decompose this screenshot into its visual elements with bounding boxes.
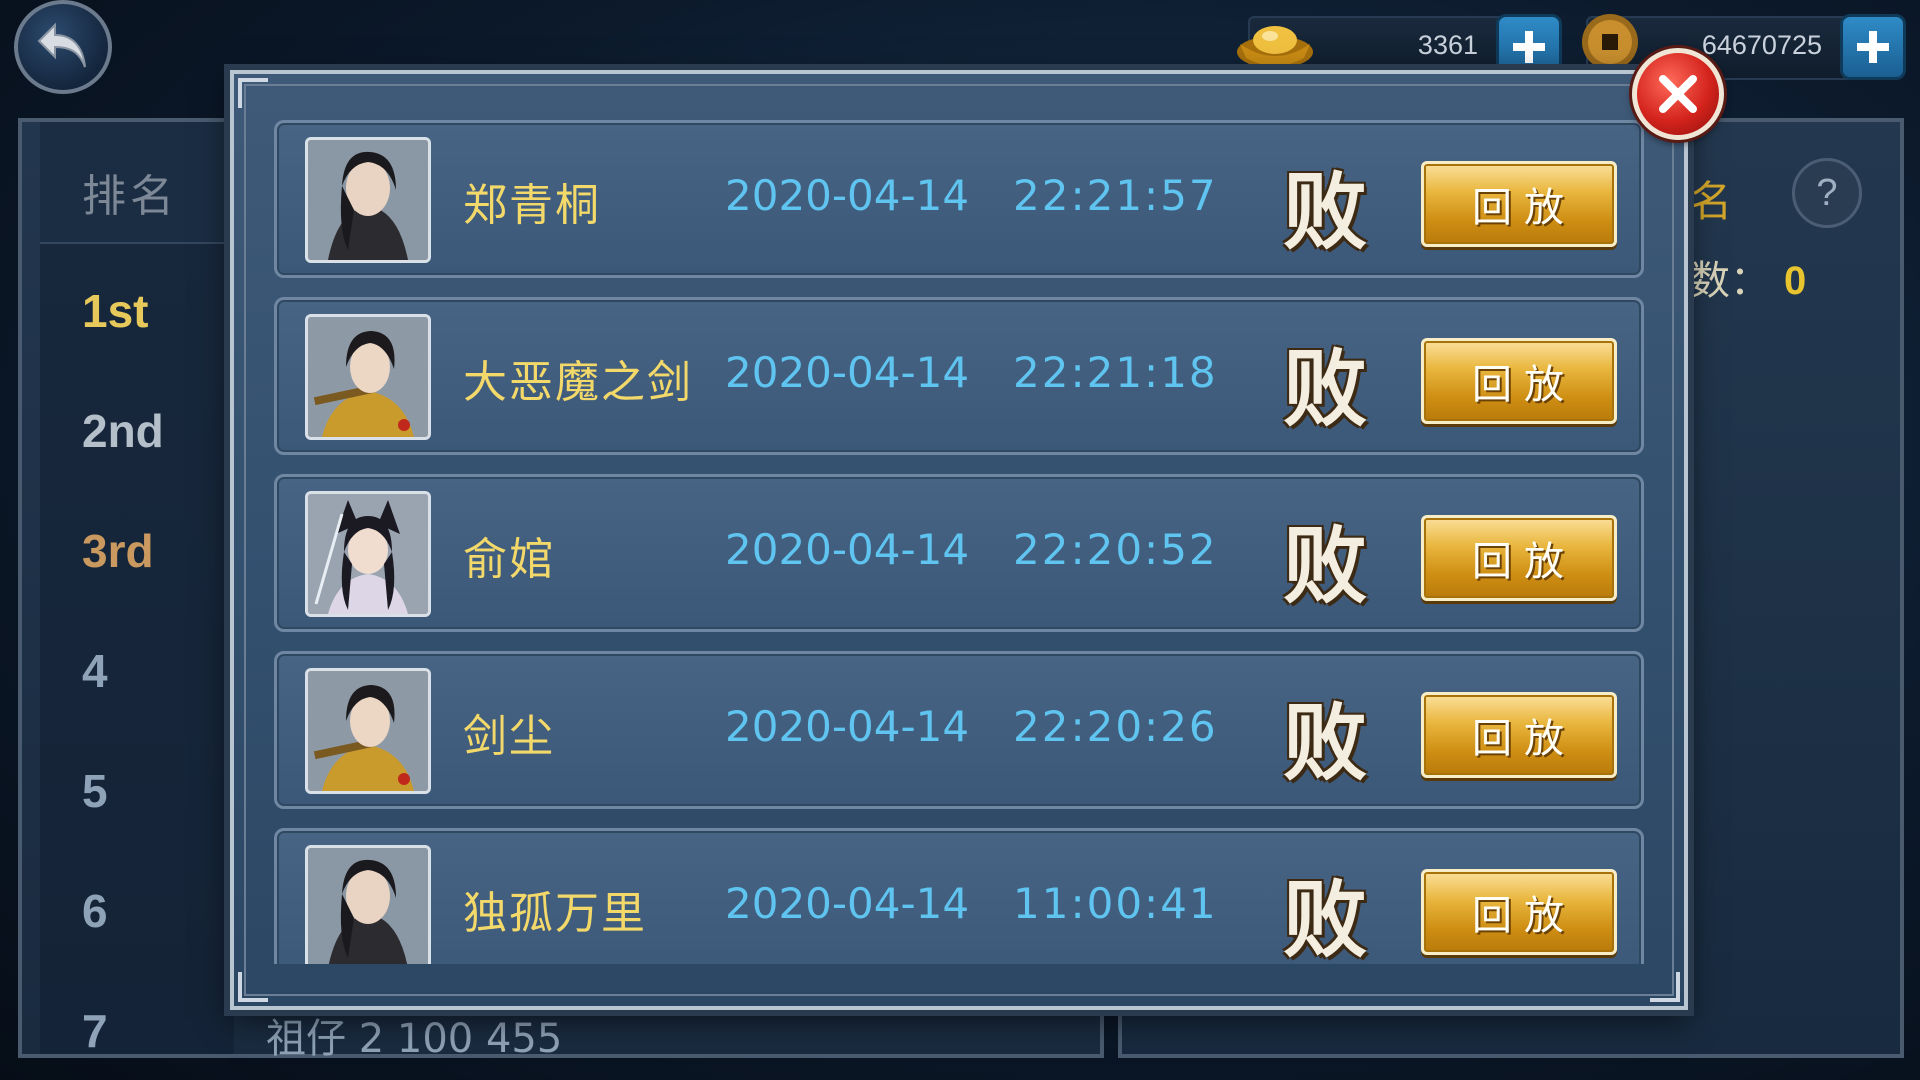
frame-corner	[238, 972, 268, 1002]
player-name: 郑青桐	[463, 180, 601, 231]
player-avatar	[305, 137, 431, 263]
replay-button[interactable]: 回放	[1421, 692, 1617, 778]
battle-result: 败	[1283, 162, 1368, 261]
close-icon	[1659, 75, 1697, 113]
rank-label: 3rd	[82, 525, 154, 577]
frame-corner	[238, 78, 268, 108]
ranking-row-partial: 祖仔 2 100 455	[266, 1016, 563, 1062]
battle-record-list[interactable]: 郑青桐 2020-04-14 22:21:57 败 回放 大恶魔之剑 2020-…	[274, 120, 1644, 964]
player-avatar	[305, 845, 431, 964]
rank-column	[40, 122, 234, 1054]
battle-date: 2020-04-14	[725, 525, 970, 574]
replay-button[interactable]: 回放	[1421, 869, 1617, 955]
player-avatar	[305, 314, 431, 440]
replay-button[interactable]: 回放	[1421, 338, 1617, 424]
back-arrow-icon	[37, 22, 86, 68]
player-avatar	[305, 668, 431, 794]
back-button[interactable]	[14, 0, 112, 94]
rank-label: 1st	[82, 285, 149, 337]
player-name: 独孤万里	[463, 888, 647, 939]
battle-date: 2020-04-14	[725, 702, 970, 751]
battle-time: 22:21:18	[1013, 348, 1218, 397]
info-title-partial: 名	[1690, 177, 1733, 226]
rank-header: 排名	[82, 171, 178, 222]
battle-result: 败	[1283, 339, 1368, 438]
rank-label: 4	[82, 645, 108, 697]
frame-corner	[1650, 972, 1680, 1002]
player-name: 剑尘	[463, 711, 555, 762]
battle-date: 2020-04-14	[725, 879, 970, 928]
rank-label: 5	[82, 765, 108, 817]
battle-time: 11:00:41	[1013, 879, 1218, 928]
help-icon[interactable]: ?	[1792, 158, 1862, 228]
battle-time: 22:20:26	[1013, 702, 1218, 751]
gold-ingot-value: 3361	[1417, 30, 1478, 60]
plus-icon	[1857, 31, 1889, 63]
rank-label: 2nd	[82, 405, 164, 457]
battle-record-row: 大恶魔之剑 2020-04-14 22:21:18 败 回放	[274, 297, 1644, 455]
plus-icon	[1513, 31, 1545, 63]
info-count-label: 数：	[1690, 258, 1770, 304]
battle-date: 2020-04-14	[725, 171, 970, 220]
replay-button[interactable]: 回放	[1421, 515, 1617, 601]
info-count: 数： 0	[1690, 248, 1806, 306]
battle-time: 22:21:57	[1013, 171, 1218, 220]
battle-result: 败	[1283, 516, 1368, 615]
player-avatar	[305, 491, 431, 617]
battle-record-row: 俞婠 2020-04-14 22:20:52 败 回放	[274, 474, 1644, 632]
battle-record-row: 剑尘 2020-04-14 22:20:26 败 回放	[274, 651, 1644, 809]
gold-ingot-icon	[1237, 26, 1313, 68]
battle-result: 败	[1283, 693, 1368, 792]
player-name: 俞婠	[463, 534, 555, 585]
replay-button[interactable]: 回放	[1421, 161, 1617, 247]
rank-label: 7	[82, 1005, 108, 1057]
battle-record-row: 独孤万里 2020-04-14 11:00:41 败 回放	[274, 828, 1644, 964]
info-count-value: 0	[1784, 259, 1807, 303]
rank-label: 6	[82, 885, 108, 937]
battle-date: 2020-04-14	[725, 348, 970, 397]
battle-record-row: 郑青桐 2020-04-14 22:21:57 败 回放	[274, 120, 1644, 278]
player-name: 大恶魔之剑	[463, 357, 693, 408]
battle-record-dialog: 郑青桐 2020-04-14 22:21:57 败 回放 大恶魔之剑 2020-…	[230, 70, 1688, 1010]
add-coin-button[interactable]	[1840, 14, 1906, 80]
battle-result: 败	[1283, 870, 1368, 964]
battle-time: 22:20:52	[1013, 525, 1218, 574]
close-button[interactable]	[1632, 48, 1724, 140]
